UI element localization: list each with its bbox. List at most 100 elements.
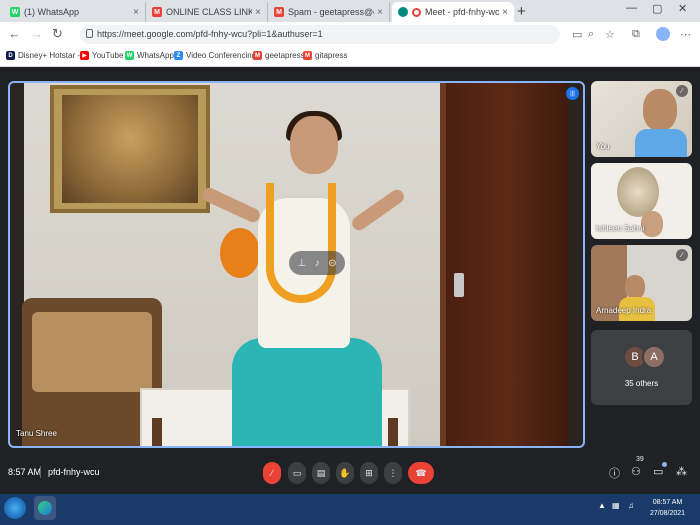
system-time: 08:57 AM [652,499,683,506]
mic-off-icon: ∕ [676,249,688,261]
activities-icon[interactable]: ⁂ [676,465,687,478]
pin-icon[interactable]: ⊥ [297,258,306,269]
system-clock[interactable]: 08:57 AM 27/08/2021 [650,497,685,519]
bookmarks-bar: D Disney+ Hotstar -... ▶ YouTube W Whats… [0,47,700,67]
back-icon[interactable]: ← [8,26,21,41]
participant-tile-arnadeep[interactable]: ∕ Arnadeep Indra [591,245,692,321]
people-icon[interactable]: ⚇ [631,465,641,478]
star-icon[interactable]: ☆ [605,28,615,41]
participant-figure [290,116,338,174]
taskbar-edge-app[interactable] [34,496,56,520]
close-icon[interactable]: × [252,7,264,18]
door-handle [454,273,464,297]
screen: W (1) WhatsApp × M ONLINE CLASS LINK - g… [0,0,700,525]
mic-off-icon: ∕ [271,468,273,478]
participant-name: Tanu Shree [16,429,57,438]
bookmark-gitapress[interactable]: M gitapress [303,51,347,60]
bookmark-whatsapp[interactable]: W WhatsApp [125,51,174,60]
mic-icon[interactable]: ♪ [315,258,320,269]
tab-title: ONLINE CLASS LINK - geetapress [166,7,252,17]
hotstar-icon: D [6,51,15,60]
captions-icon: ▤ [316,467,326,478]
bookmark-video-conferencing[interactable]: Z Video Conferencing... [174,51,263,60]
present-button[interactable]: ⊞ [360,462,378,484]
participant-tile-you[interactable]: ∕ You [591,81,692,157]
mic-off-icon: ∕ [676,85,688,97]
video-scene [568,83,583,446]
chat-icon[interactable]: ▭ [653,465,663,478]
meeting-code: pfd-fnhy-wcu [48,467,100,477]
gmail-icon: M [152,7,162,17]
minimize-icon[interactable]: — [626,2,637,14]
bookmark-youtube[interactable]: ▶ YouTube [80,51,123,60]
gmail-icon: M [303,51,312,60]
edge-icon [38,501,52,515]
camera-icon[interactable]: ▭ [572,28,582,41]
close-icon[interactable]: × [374,7,386,18]
bookmark-geetapress[interactable]: M geetapress [253,51,305,60]
volume-icon[interactable]: ♫ [628,501,634,510]
tab-title: (1) WhatsApp [24,7,80,17]
more-options-icon[interactable]: ⊝ [328,258,336,269]
whatsapp-icon: W [10,7,20,17]
menu-icon[interactable]: ⋯ [680,28,691,41]
tab-online-class-link[interactable]: M ONLINE CLASS LINK - geetapress × [146,2,268,22]
reload-icon[interactable]: ↻ [52,26,63,42]
start-button[interactable] [4,497,26,519]
more-options-button[interactable]: ⋮ [384,462,402,484]
wall-art [617,167,659,217]
participant-tile-ishleen[interactable]: Ishleen Sahni [591,163,692,239]
tab-title: Spam - geetapress@gmail.com [288,7,374,17]
others-tile[interactable]: B A 35 others [591,330,692,405]
new-tab-button[interactable]: + [517,3,526,20]
zoom-app-icon: Z [174,51,183,60]
system-date: 27/08/2021 [650,510,686,517]
network-icon[interactable]: ▦ [612,501,620,510]
raise-hand-button[interactable]: ✋ [336,462,354,484]
participant-figure [232,338,382,446]
garland [266,183,336,303]
window-close-icon[interactable]: ✕ [678,2,687,15]
avatar: A [642,345,666,369]
bookmark-label: Disney+ Hotstar -... [18,51,87,60]
leave-call-button[interactable]: ☎ [408,462,434,484]
tile-hover-controls: ⊥ ♪ ⊝ [289,251,345,275]
url-text[interactable]: https://meet.google.com/pfd-fnhy-wcu?pli… [97,29,323,39]
recording-icon [412,7,421,17]
whatsapp-icon: W [125,51,134,60]
maximize-icon[interactable]: ▢ [652,2,662,15]
phone-hangup-icon: ☎ [415,467,427,478]
participant-face [625,275,645,299]
tab-meet[interactable]: Meet - pfd-fnhy-wcu × [392,2,514,22]
camera-icon: ▭ [292,467,302,478]
door [440,83,568,446]
camera-toggle-button[interactable]: ▭ [288,462,306,484]
participant-name: You [596,142,610,151]
meet-icon [398,7,408,17]
address-bar[interactable]: https://meet.google.com/pfd-fnhy-wcu?pli… [80,25,582,44]
tray-chevron-icon[interactable]: ▲ [598,501,606,510]
tab-strip: W (1) WhatsApp × M ONLINE CLASS LINK - g… [0,0,700,22]
bookmark-label: WhatsApp [137,51,174,60]
bookmark-label: Video Conferencing... [186,51,263,60]
captions-button[interactable]: ▤ [312,462,330,484]
collections-icon[interactable]: ⧉ [632,28,640,41]
zoom-icon[interactable]: ⌕ [588,28,594,41]
gmail-icon: M [253,51,262,60]
bookmark-hotstar[interactable]: D Disney+ Hotstar -... [6,51,87,60]
bookmark-label: YouTube [92,51,124,60]
tab-spam[interactable]: M Spam - geetapress@gmail.com × [268,2,390,22]
taskbar: ▲ ▦ ♫ 08:57 AM 27/08/2021 [0,494,700,525]
forward-icon[interactable]: → [30,26,43,41]
wall-painting [50,85,210,213]
close-icon[interactable]: × [130,7,142,18]
present-icon: ⊞ [365,467,373,478]
bookmark-label: geetapress [265,51,305,60]
meeting-details-icon[interactable]: ⓘ [609,465,620,481]
main-video-tile[interactable]: ⊥ ♪ ⊝ ||| Tanu Shree [8,81,585,448]
close-icon[interactable]: × [499,7,511,18]
tab-whatsapp[interactable]: W (1) WhatsApp × [4,2,146,22]
participant-count: 39 [636,456,644,463]
profile-avatar[interactable] [656,27,670,41]
mic-toggle-button[interactable]: ∕ [263,462,281,484]
